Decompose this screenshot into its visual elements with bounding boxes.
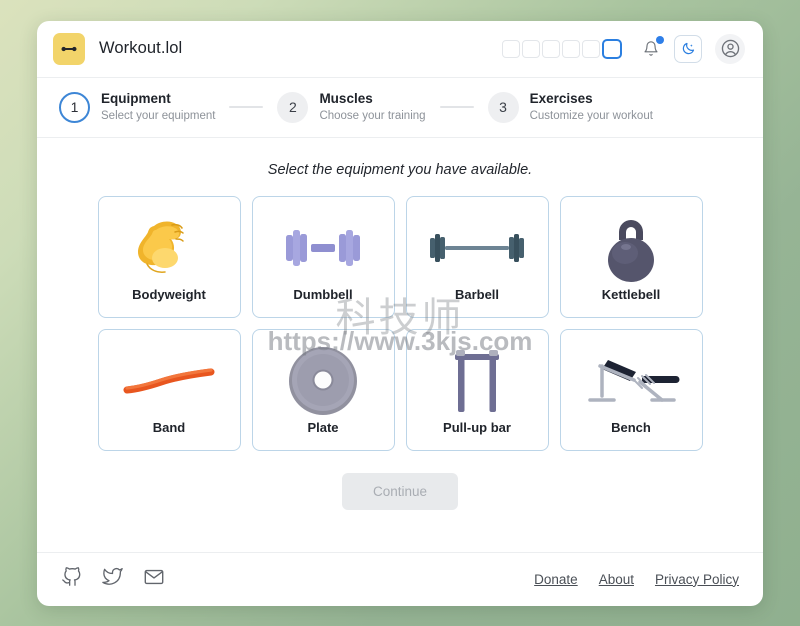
user-avatar-icon: [721, 39, 739, 58]
weight-bench-icon: [561, 340, 702, 422]
equipment-card-dumbbell[interactable]: Dumbbell: [251, 195, 395, 318]
app-window: Workout.lol 1 Equipment Select your equi…: [37, 20, 763, 606]
equipment-card-pullup-bar[interactable]: Pull-up bar: [405, 328, 549, 451]
theme-swatch-2[interactable]: [522, 39, 540, 58]
theme-swatch-4[interactable]: [562, 39, 580, 58]
step-3-title: Exercises: [529, 90, 593, 106]
equipment-label: Plate: [307, 419, 339, 435]
twitter-link[interactable]: [102, 566, 123, 592]
flexed-biceps-icon: [99, 207, 240, 289]
theme-swatch-5[interactable]: [582, 39, 600, 58]
dark-mode-toggle-button[interactable]: [674, 34, 702, 63]
account-button[interactable]: [715, 33, 745, 64]
step-connector-2: [439, 106, 474, 108]
privacy-policy-link[interactable]: Privacy Policy: [655, 572, 739, 587]
notification-badge-dot: [656, 35, 664, 44]
equipment-grid: Bodyweight Dumbbell Barbell Kettlebell B…: [97, 195, 703, 451]
step-2-muscles[interactable]: 2 Muscles Choose your training: [277, 90, 426, 123]
app-title: Workout.lol: [99, 39, 183, 57]
step-1-equipment[interactable]: 1 Equipment Select your equipment: [59, 91, 215, 123]
instruction-text: Select the equipment you have available.: [267, 161, 533, 178]
social-links: [61, 566, 165, 593]
step-3-number: 3: [487, 91, 519, 123]
kettlebell-icon: [561, 207, 702, 289]
notifications-button[interactable]: [641, 35, 664, 60]
equipment-label: Dumbbell: [293, 286, 353, 302]
header-actions: [502, 33, 745, 64]
dumbbell-icon: [253, 207, 394, 289]
step-2-title: Muscles: [319, 90, 373, 106]
app-logo: [53, 32, 85, 65]
twitter-icon: [102, 567, 123, 585]
equipment-label: Pull-up bar: [443, 419, 511, 435]
step-1-title: Equipment: [101, 90, 171, 106]
equipment-card-barbell[interactable]: Barbell: [405, 195, 549, 318]
main-content: Select the equipment you have available.: [37, 138, 763, 552]
equipment-card-kettlebell[interactable]: Kettlebell: [559, 195, 703, 318]
app-footer: Donate About Privacy Policy: [37, 551, 763, 606]
github-link[interactable]: [61, 566, 82, 592]
equipment-label: Kettlebell: [601, 286, 661, 302]
donate-link[interactable]: Donate: [534, 572, 578, 587]
resistance-band-icon: [99, 340, 240, 422]
about-link[interactable]: About: [599, 572, 634, 587]
brand[interactable]: Workout.lol: [53, 32, 183, 65]
theme-swatch-1[interactable]: [502, 39, 520, 58]
equipment-card-bench[interactable]: Bench: [559, 328, 703, 451]
theme-swatch-6-selected[interactable]: [602, 38, 622, 59]
step-3-exercises[interactable]: 3 Exercises Customize your workout: [487, 90, 653, 123]
equipment-label: Bodyweight: [132, 286, 206, 302]
equipment-label: Barbell: [454, 286, 500, 302]
step-1-number: 1: [59, 91, 90, 123]
barbell-icon: [61, 46, 77, 51]
equipment-card-plate[interactable]: Plate: [251, 328, 395, 451]
theme-swatch-picker[interactable]: [502, 38, 622, 59]
barbell-icon: [407, 207, 548, 289]
step-1-subtitle: Select your equipment: [101, 109, 216, 122]
footer-links: Donate About Privacy Policy: [534, 572, 739, 587]
equipment-label: Band: [152, 419, 186, 435]
theme-swatch-3[interactable]: [542, 39, 560, 58]
continue-button[interactable]: Continue: [341, 472, 459, 510]
progress-stepper: 1 Equipment Select your equipment 2 Musc…: [37, 78, 763, 138]
app-header: Workout.lol: [37, 21, 763, 78]
weight-plate-icon: [253, 340, 394, 422]
email-link[interactable]: [143, 566, 165, 593]
github-icon: [62, 567, 81, 586]
step-connector-1: [229, 106, 264, 108]
equipment-card-bodyweight[interactable]: Bodyweight: [97, 195, 241, 318]
pullup-bar-icon: [407, 340, 548, 422]
email-icon: [144, 569, 164, 584]
step-2-number: 2: [277, 91, 309, 123]
step-3-subtitle: Customize your workout: [529, 109, 653, 122]
moon-icon: [682, 42, 694, 55]
equipment-card-band[interactable]: Band: [97, 328, 241, 451]
equipment-label: Bench: [611, 419, 651, 435]
step-2-subtitle: Choose your training: [319, 109, 426, 122]
